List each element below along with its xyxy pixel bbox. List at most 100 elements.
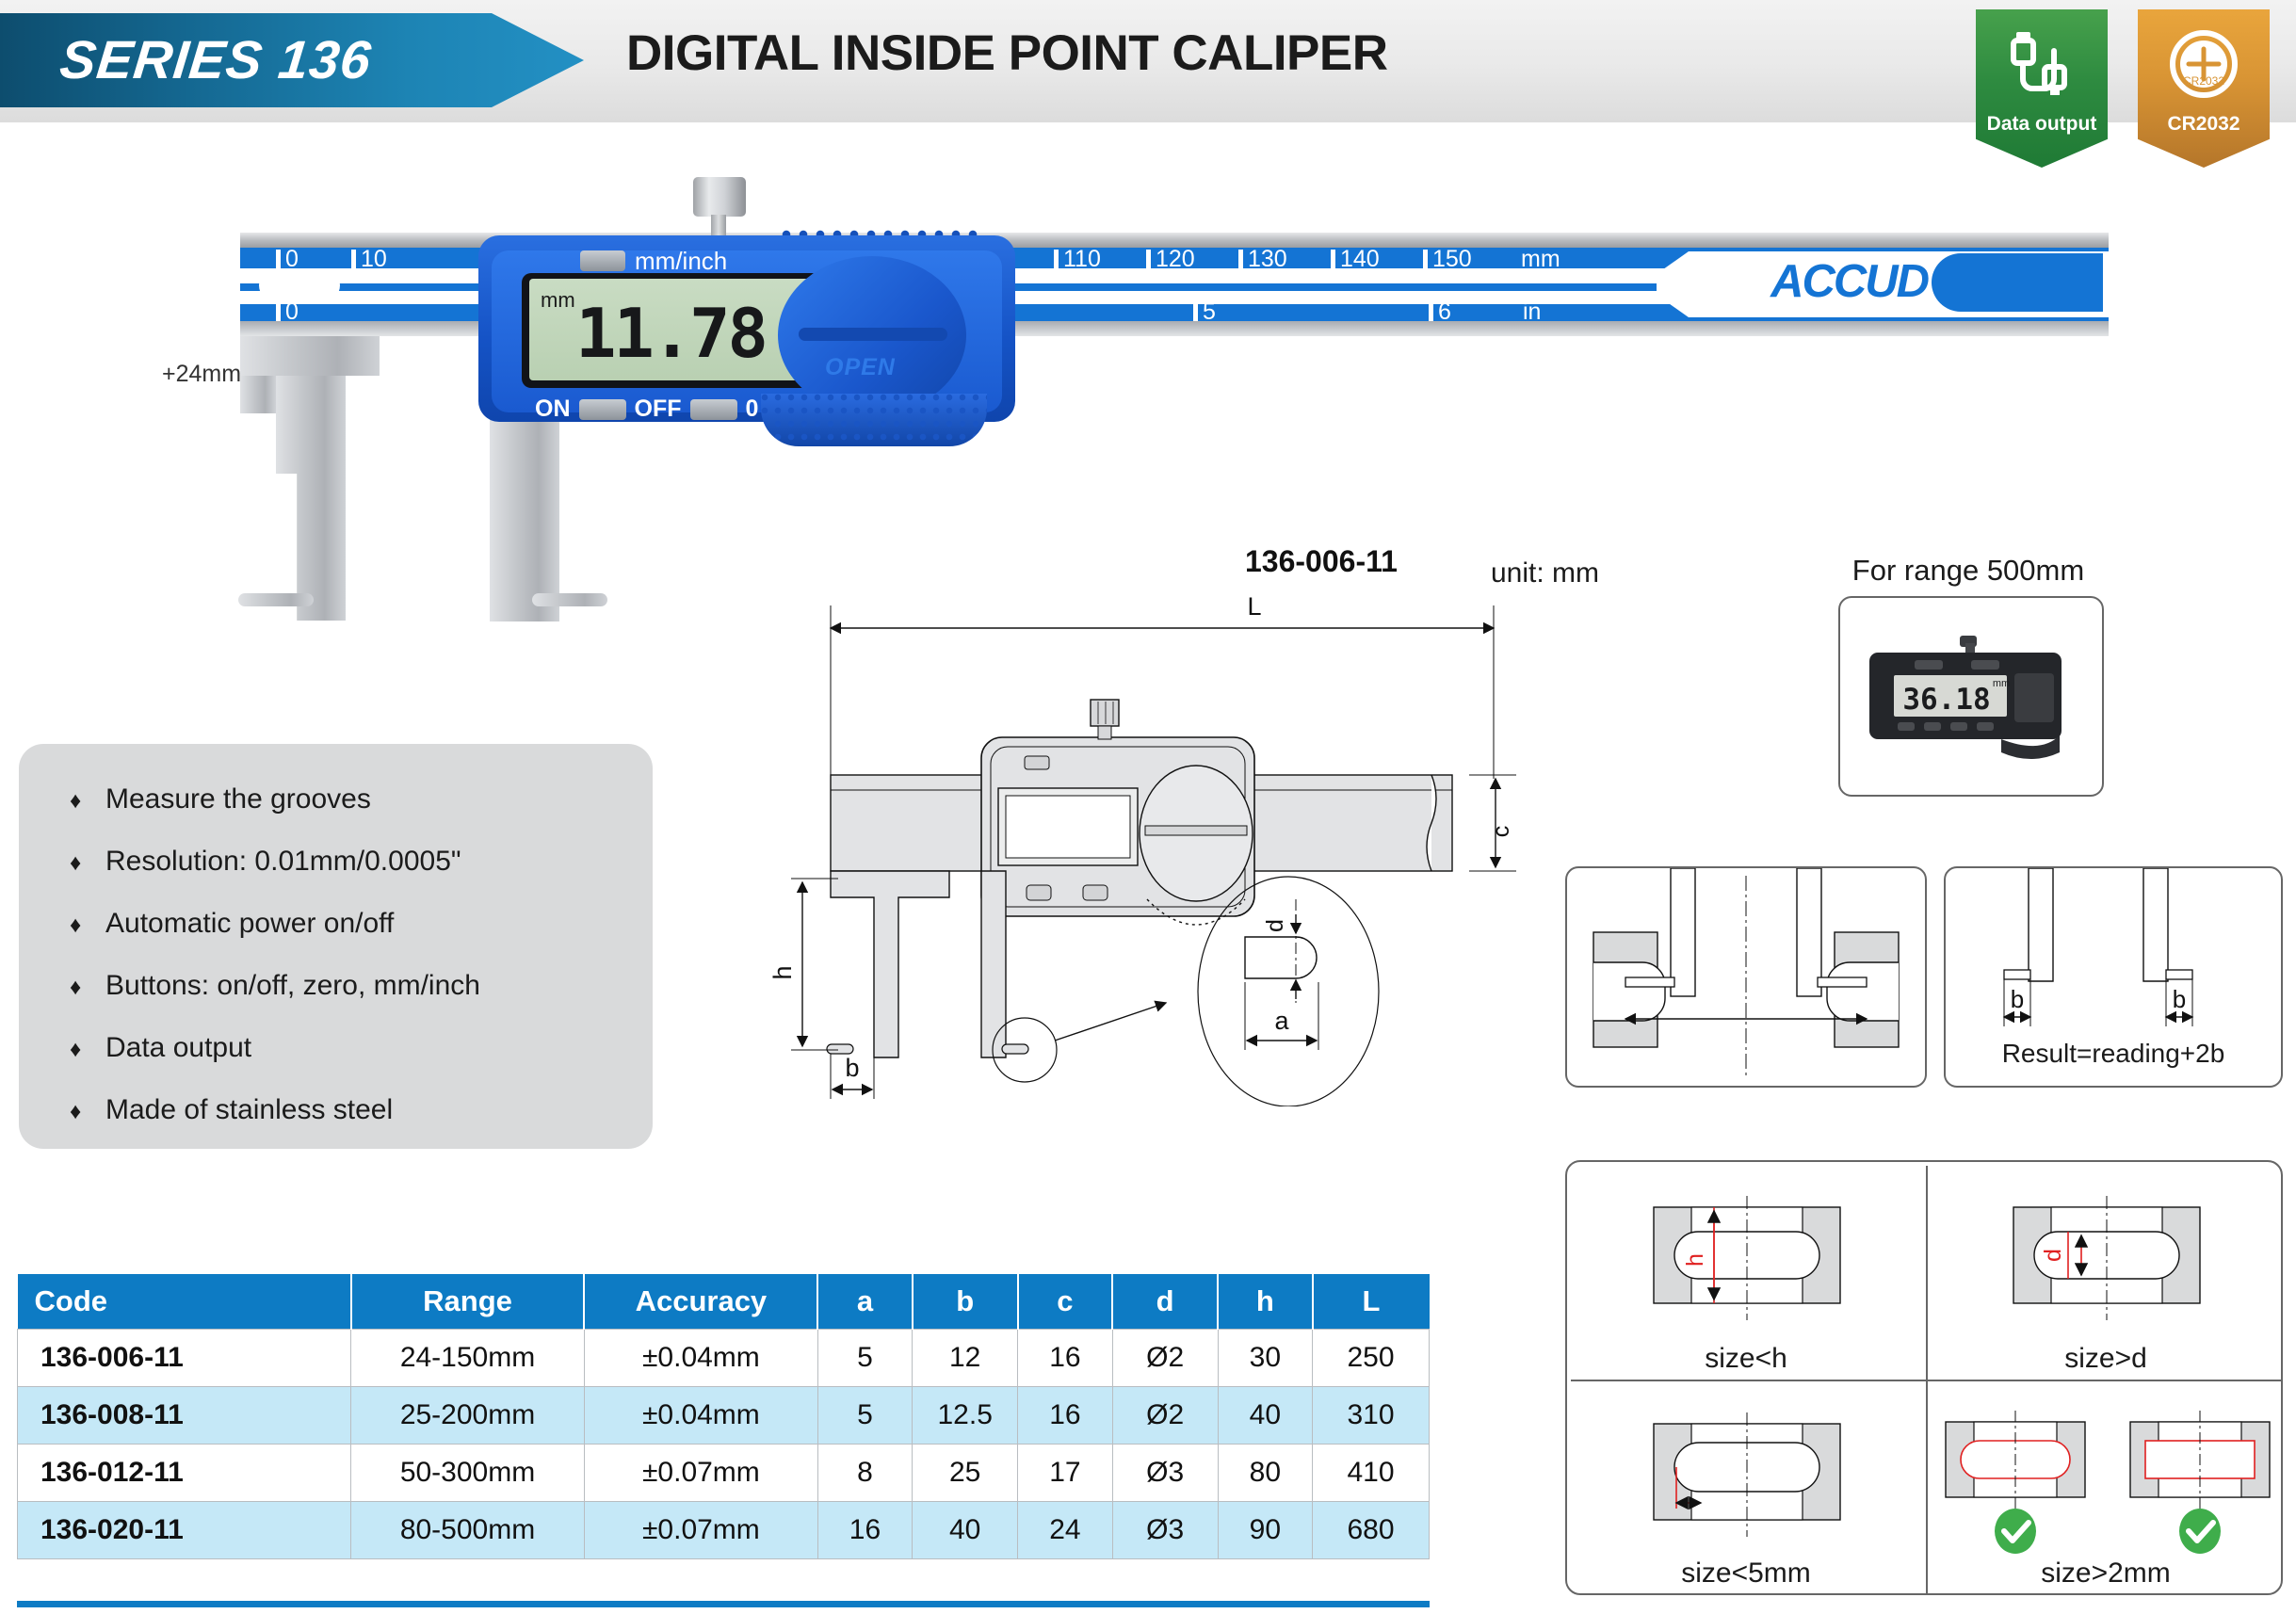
svg-text:h: h: [772, 965, 797, 979]
column-header-b: b: [912, 1274, 1019, 1329]
cell-range: 80-500mm: [350, 1500, 585, 1559]
cell-code: 136-020-11: [16, 1500, 352, 1559]
cell-accuracy: ±0.07mm: [583, 1500, 818, 1559]
cell-accuracy: ±0.07mm: [583, 1443, 818, 1502]
tick-inch: [276, 302, 281, 321]
diamond-bullet-icon: ♦: [70, 788, 82, 814]
cell-h: 30: [1217, 1328, 1314, 1387]
usage-panel-inside: [1565, 866, 1927, 1088]
table-row: 136-006-11 24-150mm ±0.04mm 5 12 16 Ø2 3…: [16, 1328, 1430, 1387]
table-bottom-rule: [17, 1601, 1430, 1607]
feature-label: Buttons: on/off, zero, mm/inch: [105, 970, 480, 1001]
unit-toggle-button[interactable]: [580, 250, 625, 271]
jaw-slide-tip: [532, 593, 607, 606]
svg-text:d: d: [1262, 919, 1288, 932]
cell-b: 25: [912, 1443, 1019, 1502]
cell-code: 136-006-11: [16, 1328, 352, 1387]
column-header-d: d: [1112, 1274, 1220, 1329]
cell-L: 680: [1312, 1500, 1430, 1559]
quadrant-label: size>d: [2064, 1343, 2147, 1374]
table-row: 136-008-11 25-200mm ±0.04mm 5 12.5 16 Ø2…: [16, 1385, 1430, 1445]
cell-L: 250: [1312, 1328, 1430, 1387]
scale-label-mm: 10: [361, 246, 387, 272]
column-header-range: Range: [350, 1274, 586, 1329]
cell-h: 90: [1217, 1500, 1314, 1559]
quadrant-diagram-size-lt-5mm: [1653, 1412, 1841, 1537]
cell-h: 80: [1217, 1443, 1314, 1502]
features-panel: ♦ Measure the grooves ♦ Resolution: 0.01…: [19, 744, 653, 1149]
brand-logo: ACCUD: [1771, 256, 1930, 307]
lcd-screen: mm 11.78: [529, 279, 812, 380]
open-dial-label: OPEN: [825, 354, 896, 380]
cell-range: 24-150mm: [350, 1328, 585, 1387]
dial-knurl[interactable]: [761, 394, 987, 446]
button-row: ON OFF 0: [535, 395, 758, 423]
feature-label: Made of stainless steel: [105, 1094, 394, 1125]
jaw-fixed-blade: [276, 376, 346, 621]
caliper-dimension-drawing: L c h b d a: [768, 592, 1516, 1107]
cell-c: 16: [1017, 1328, 1113, 1387]
cell-a: 5: [817, 1385, 914, 1445]
range500-panel: 36.18 mm: [1838, 596, 2104, 797]
scale-label-mm: 130: [1248, 246, 1287, 272]
cell-c: 17: [1017, 1443, 1113, 1502]
range500-title: For range 500mm: [1851, 554, 2085, 587]
cell-b: 12.5: [912, 1385, 1019, 1445]
column-header-accuracy: Accuracy: [584, 1274, 819, 1329]
unit-toggle-label: mm/inch: [635, 247, 728, 275]
on-label: ON: [535, 395, 571, 422]
cell-d: Ø2: [1111, 1385, 1219, 1445]
jaw-fixed-arm: [240, 336, 380, 376]
scale-unit-mm: mm: [1521, 246, 1560, 272]
beam-end-slot: [259, 268, 340, 302]
column-header-h: h: [1218, 1274, 1314, 1329]
svg-text:b: b: [845, 1054, 859, 1082]
cell-b: 12: [912, 1328, 1019, 1387]
cell-b: 40: [912, 1500, 1019, 1559]
thumb-stem: [711, 215, 726, 237]
tick-inch: [1429, 302, 1433, 321]
tick-mm: [276, 250, 281, 270]
zero-button[interactable]: [689, 398, 737, 420]
tick-mm: [1146, 250, 1151, 270]
quadrant-divider-horizontal: [1571, 1380, 2281, 1381]
cell-code: 136-008-11: [16, 1385, 352, 1445]
on-off-button[interactable]: [578, 398, 626, 420]
quadrant-label: size>2mm: [2041, 1558, 2171, 1589]
feature-item: ♦ Buttons: on/off, zero, mm/inch: [70, 970, 653, 1002]
diamond-bullet-icon: ♦: [70, 912, 82, 938]
cell-d: Ø3: [1111, 1500, 1219, 1559]
feature-label: Automatic power on/off: [105, 908, 395, 939]
data-cable-icon: [2011, 32, 2067, 95]
cell-L: 410: [1312, 1443, 1430, 1502]
feature-item: ♦ Automatic power on/off: [70, 908, 653, 940]
diamond-bullet-icon: ♦: [70, 1099, 82, 1124]
feature-item: ♦ Made of stainless steel: [70, 1094, 653, 1126]
page-title: DIGITAL INSIDE POINT CALIPER: [626, 25, 1388, 81]
caliper-head-unit: mm/inch mm 11.78 OPEN ON OFF 0: [478, 177, 1043, 478]
cell-range: 50-300mm: [350, 1443, 585, 1502]
technical-drawing: L c h b d a: [768, 560, 1516, 1107]
tick-mm: [1331, 250, 1335, 270]
feature-label: Resolution: 0.01mm/0.0005": [105, 846, 461, 877]
jaw-offset-label: +24mm: [162, 361, 242, 387]
feature-label: Data output: [105, 1032, 252, 1063]
scale-label-mm: 120: [1156, 246, 1195, 272]
series-label: SERIES 136: [57, 30, 375, 90]
svg-text:mm: mm: [1993, 678, 2010, 689]
diamond-bullet-icon: ♦: [70, 975, 82, 1000]
svg-text:d: d: [2040, 1249, 2066, 1262]
cell-c: 24: [1017, 1500, 1113, 1559]
cell-accuracy: ±0.04mm: [583, 1328, 818, 1387]
tick-mm: [1423, 250, 1428, 270]
table-row: 136-020-11 80-500mm ±0.07mm 16 40 24 Ø3 …: [16, 1500, 1430, 1559]
diamond-bullet-icon: ♦: [70, 1037, 82, 1062]
thumb-wheel[interactable]: [693, 177, 746, 217]
usage-quadrant-panel: h size<h d size>d size<5mm size>2mm: [1565, 1160, 2283, 1595]
quadrant-diagram-size-lt-h: h: [1653, 1196, 1841, 1320]
table-header-row: Code Range Accuracy a b c d h L: [17, 1274, 1430, 1329]
svg-text:b: b: [2011, 985, 2024, 1013]
black-caliper-photo: 36.18 mm: [1869, 635, 2062, 759]
quadrant-diagram-size-gt-d: d: [2013, 1196, 2201, 1320]
tick-mm: [1054, 250, 1059, 270]
